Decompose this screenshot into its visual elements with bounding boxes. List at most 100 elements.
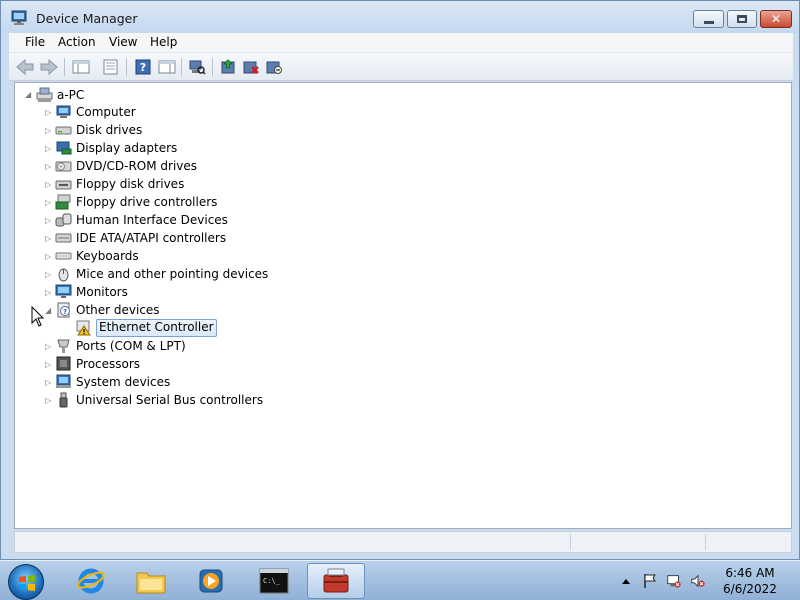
scan-hardware-changes-icon [189, 60, 206, 75]
expand-arrow-icon[interactable]: ▷ [45, 145, 53, 153]
taskbar-device-manager[interactable] [307, 563, 365, 599]
taskbar-file-explorer[interactable] [122, 563, 180, 599]
collapse-root-icon[interactable]: ◢ [25, 91, 33, 99]
tree-item-human-interface-devices[interactable]: Human Interface Devices [55, 211, 228, 229]
tree-root-label: a-PC [57, 88, 85, 102]
monitor-icon [55, 284, 72, 300]
expand-arrow-icon[interactable]: ▷ [45, 235, 53, 243]
tree-item-usb-controllers[interactable]: Universal Serial Bus controllers [55, 391, 263, 409]
tree-item-label: Monitors [76, 285, 128, 299]
expand-arrow-icon[interactable]: ▷ [45, 379, 53, 387]
taskbar-media-player[interactable] [182, 563, 240, 599]
expand-arrow-icon[interactable]: ▷ [45, 109, 53, 117]
scan-hardware-button[interactable] [187, 57, 207, 77]
disable-device-button[interactable] [264, 57, 284, 77]
internet-explorer-icon [77, 568, 105, 594]
uninstall-device-button[interactable] [241, 57, 261, 77]
device-tree[interactable]: ◢ a-PC ▷ Computer ▷ Disk drives ▷ Displa… [14, 82, 792, 529]
tree-item-disk-drives[interactable]: Disk drives [55, 121, 142, 139]
tree-item-floppy-disk-drives[interactable]: Floppy disk drives [55, 175, 184, 193]
properties-button[interactable] [101, 57, 121, 77]
forward-button[interactable] [39, 57, 59, 77]
network-icon [667, 575, 681, 588]
expand-arrow-icon[interactable]: ▷ [45, 199, 53, 207]
toolbar-separator [212, 58, 213, 76]
menu-bar: File Action View Help [9, 33, 793, 53]
tree-root[interactable]: a-PC [36, 86, 84, 104]
clock-time: 6:46 AM [725, 566, 775, 580]
expand-arrow-icon[interactable]: ▷ [45, 271, 53, 279]
expand-arrow-icon[interactable]: ▷ [45, 181, 53, 189]
menu-file[interactable]: File [23, 35, 47, 49]
collapse-arrow-icon[interactable]: ◢ [45, 307, 53, 315]
volume-button[interactable] [690, 573, 706, 589]
tree-item-keyboards[interactable]: Keyboards [55, 247, 139, 265]
tree-item-display-adapters[interactable]: Display adapters [55, 139, 177, 157]
expand-arrow-icon[interactable]: ▷ [45, 343, 53, 351]
tree-item-ethernet-controller[interactable]: Ethernet Controller [75, 319, 217, 337]
show-action-pane-button[interactable] [157, 57, 177, 77]
expand-arrow-icon[interactable]: ▷ [45, 289, 53, 297]
tree-item-label: DVD/CD-ROM drives [76, 159, 198, 173]
action-center-button[interactable] [642, 573, 658, 589]
menu-view[interactable]: View [107, 35, 139, 49]
expand-arrow-icon[interactable]: ▷ [45, 253, 53, 261]
minimize-icon [703, 20, 714, 24]
command-prompt-icon: C:\_ [259, 568, 289, 594]
system-clock[interactable]: 6:46 AM 6/6/2022 [720, 565, 780, 597]
tree-item-label: Human Interface Devices [76, 213, 228, 227]
keyboard-icon [55, 248, 72, 264]
menu-help[interactable]: Help [148, 35, 179, 49]
status-divider [570, 534, 571, 550]
update-driver-icon [221, 59, 235, 74]
floppy-controller-icon [55, 194, 72, 210]
forward-arrow-icon [40, 59, 58, 75]
expand-arrow-icon[interactable]: ▷ [45, 361, 53, 369]
taskbar-command-prompt[interactable]: C:\_ [245, 563, 303, 599]
menu-action[interactable]: Action [56, 35, 98, 49]
toolbar-separator [64, 58, 65, 76]
tree-item-floppy-drive-controllers[interactable]: Floppy drive controllers [55, 193, 217, 211]
tree-item-label: Ports (COM & LPT) [76, 339, 186, 353]
title-bar[interactable]: Device Manager ✕ [1, 1, 799, 33]
tree-item-computer[interactable]: Computer [55, 103, 136, 121]
taskbar-internet-explorer[interactable] [62, 563, 120, 599]
show-hidden-icons-icon [622, 579, 630, 584]
device-manager-window: Device Manager ✕ File Action View Help ?… [0, 0, 800, 560]
disk-drive-icon [55, 122, 72, 138]
tree-item-mice[interactable]: Mice and other pointing devices [55, 265, 268, 283]
tree-item-dvd-drives[interactable]: DVD/CD-ROM drives [55, 157, 197, 175]
file-explorer-icon [136, 572, 166, 594]
update-driver-button[interactable] [218, 57, 238, 77]
display-adapter-icon [55, 140, 72, 156]
tree-item-label: IDE ATA/ATAPI controllers [76, 231, 227, 245]
help-button[interactable]: ? [133, 57, 153, 77]
maximize-icon [737, 15, 747, 23]
expand-arrow-icon[interactable]: ▷ [45, 217, 53, 225]
svg-text:?: ? [140, 61, 146, 74]
maximize-button[interactable] [727, 10, 757, 28]
window-title: Device Manager [36, 11, 138, 26]
tree-item-processors[interactable]: Processors [55, 355, 140, 373]
tree-item-ports[interactable]: Ports (COM & LPT) [55, 337, 186, 355]
back-button[interactable] [15, 57, 35, 77]
expand-arrow-icon[interactable]: ▷ [45, 127, 53, 135]
properties-icon [103, 59, 118, 75]
minimize-button[interactable] [693, 10, 724, 28]
show-hide-tree-button[interactable] [71, 57, 91, 77]
tree-item-label: Floppy disk drives [76, 177, 185, 191]
tree-item-ide-controllers[interactable]: IDE ATA/ATAPI controllers [55, 229, 226, 247]
close-button[interactable]: ✕ [760, 10, 792, 28]
tree-item-system-devices[interactable]: System devices [55, 373, 170, 391]
expand-arrow-icon[interactable]: ▷ [45, 397, 53, 405]
tree-item-other-devices[interactable]: ? Other devices [55, 301, 160, 319]
network-button[interactable] [666, 573, 682, 589]
tree-item-label: Universal Serial Bus controllers [76, 393, 264, 407]
tree-item-monitors[interactable]: Monitors [55, 283, 128, 301]
start-button[interactable] [8, 564, 44, 600]
show-hidden-icons-button[interactable] [618, 573, 634, 589]
expand-arrow-icon[interactable]: ▷ [45, 163, 53, 171]
show-action-pane-icon [158, 60, 176, 74]
port-icon [55, 338, 72, 354]
svg-text:?: ? [63, 308, 67, 316]
